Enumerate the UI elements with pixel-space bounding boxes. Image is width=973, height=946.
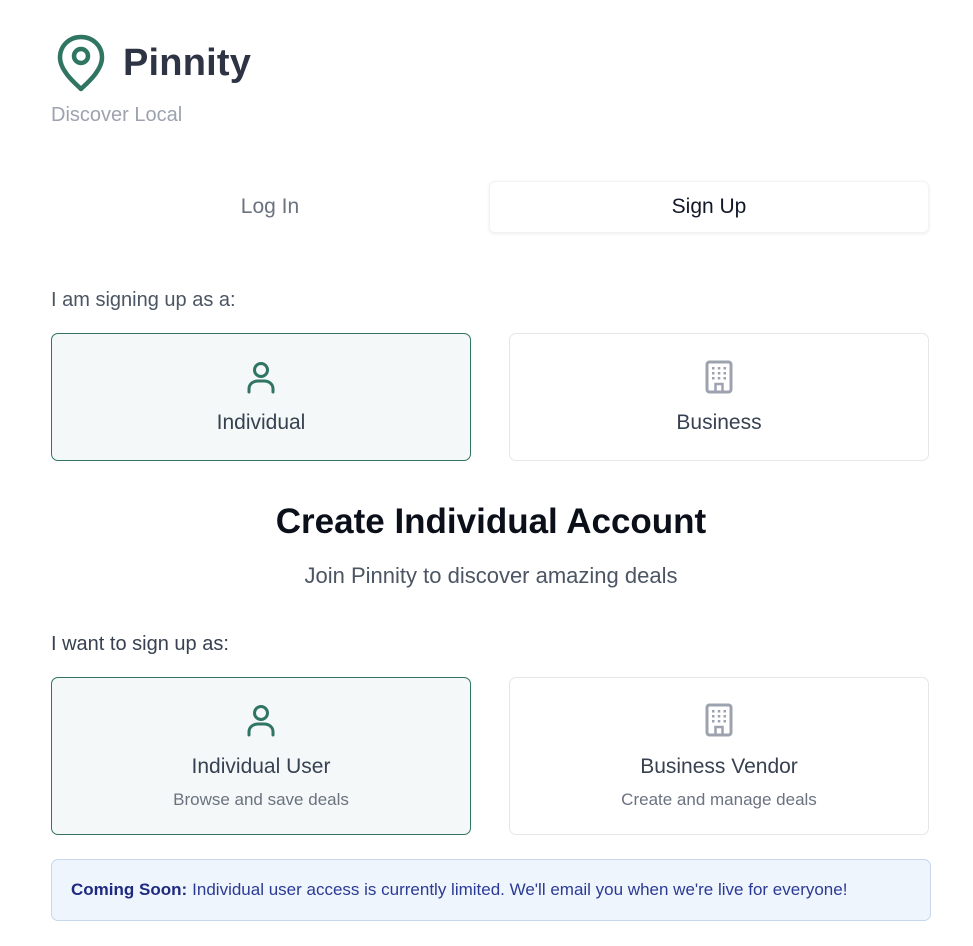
- auth-tabs: Log In Sign Up: [51, 181, 929, 233]
- user-icon: [247, 705, 275, 737]
- user-icon: [247, 362, 275, 394]
- role-individual-user-description: Browse and save deals: [173, 790, 349, 809]
- role-individual-user-option[interactable]: Individual User Browse and save deals: [51, 677, 471, 835]
- role-individual-user-label: Individual User: [191, 755, 331, 778]
- account-type-label: I am signing up as a:: [51, 289, 236, 311]
- signup-role-label: I want to sign up as:: [51, 633, 229, 655]
- coming-soon-notice: Coming Soon: Individual user access is c…: [51, 859, 931, 921]
- form-title: Create Individual Account: [275, 502, 707, 541]
- notice-text: Individual user access is currently limi…: [192, 880, 848, 899]
- brand-name: Pinnity: [123, 41, 252, 84]
- tab-sign-up[interactable]: Sign Up: [489, 181, 929, 233]
- building-icon: [705, 360, 733, 394]
- account-type-individual-option[interactable]: Individual: [51, 333, 471, 461]
- role-business-vendor-label: Business Vendor: [640, 755, 798, 778]
- brand-tagline: Discover Local: [51, 104, 183, 126]
- role-business-vendor-option[interactable]: Business Vendor Create and manage deals: [509, 677, 929, 835]
- tab-log-in[interactable]: Log In: [51, 181, 489, 233]
- account-type-business-label: Business: [676, 411, 762, 434]
- map-pin-icon: [57, 34, 105, 92]
- form-subtitle: Join Pinnity to discover amazing deals: [304, 563, 678, 588]
- role-business-vendor-description: Create and manage deals: [621, 790, 817, 809]
- notice-heading: Coming Soon:: [71, 880, 188, 899]
- brand-header: Pinnity: [56, 34, 251, 92]
- account-type-business-option[interactable]: Business: [509, 333, 929, 461]
- account-type-individual-label: Individual: [216, 411, 306, 434]
- building-icon: [705, 703, 733, 737]
